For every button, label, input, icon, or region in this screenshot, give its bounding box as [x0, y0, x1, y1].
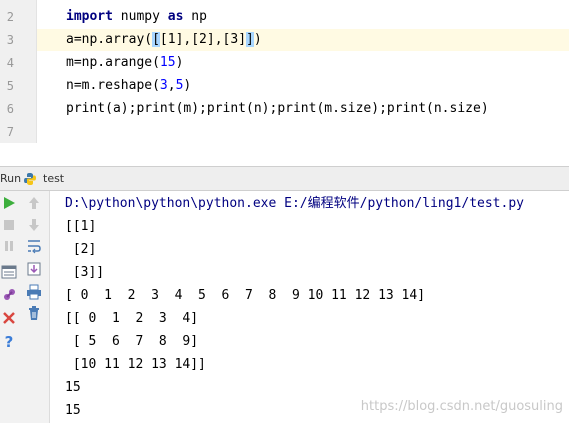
code-token: )	[183, 78, 192, 93]
code-line[interactable]: print(a);print(m);print(n);print(m.size)…	[37, 98, 569, 120]
keyword-token: as	[167, 9, 184, 24]
code-line[interactable]	[37, 121, 569, 143]
code-token: numpy	[112, 9, 168, 24]
soft-wrap-icon[interactable]	[26, 238, 42, 254]
line-number: 4	[6, 56, 14, 70]
keyword-token: import	[66, 9, 113, 24]
code-token: )	[175, 55, 184, 70]
print-icon[interactable]	[26, 284, 42, 300]
run-label: Run	[0, 172, 22, 185]
code-token: ,	[167, 78, 176, 93]
console-output-line: [ 5 6 7 8 9]	[65, 334, 199, 349]
console-output-line: [2]	[65, 242, 97, 257]
scroll-to-end-icon[interactable]	[26, 261, 42, 277]
console-output-line: [3]]	[65, 265, 105, 280]
number-token: 3	[159, 78, 168, 93]
line-number: 5	[6, 79, 14, 93]
code-token: a=np.array(	[66, 32, 153, 47]
code-line-current[interactable]: a=np.array([[1],[2],[3]])	[37, 29, 569, 51]
trash-icon[interactable]	[26, 305, 42, 321]
rerun-icon[interactable]	[1, 195, 17, 211]
restore-layout-icon[interactable]	[1, 264, 17, 280]
pause-icon[interactable]	[1, 238, 17, 254]
line-number: 6	[6, 102, 14, 116]
code-line[interactable]: import numpy as np	[37, 6, 569, 28]
line-number: 2	[6, 10, 14, 24]
line-number-gutter: 2 3 4 5 6 7	[0, 0, 37, 143]
code-editor[interactable]: 2 3 4 5 6 7 import numpy as np a=np.arra…	[0, 0, 569, 143]
watermark: https://blog.csdn.net/guosuling	[360, 399, 563, 414]
close-icon[interactable]	[1, 310, 17, 326]
pin-icon[interactable]	[1, 287, 17, 303]
console-output-line: [[ 0 1 2 3 4]	[65, 311, 199, 326]
svg-text:?: ?	[5, 333, 14, 349]
console-command-line: D:\python\python\python.exe E:/编程软件/pyth…	[65, 196, 524, 211]
code-token: [1],[2],[3]	[159, 32, 247, 47]
run-toolbar: ?	[0, 191, 50, 423]
line-number: 3	[6, 33, 14, 47]
matched-bracket: ]	[246, 32, 254, 47]
code-line[interactable]: n=m.reshape(3,5)	[37, 75, 569, 97]
line-number: 7	[6, 125, 14, 139]
code-token: print(a);print(m);print(n);print(m.size)…	[66, 101, 489, 116]
python-icon	[24, 173, 36, 185]
run-console[interactable]: D:\python\python\python.exe E:/编程软件/pyth…	[50, 191, 569, 423]
console-output-line: [ 0 1 2 3 4 5 6 7 8 9 10 11 12 13 14]	[65, 288, 426, 303]
code-line[interactable]: m=np.arange(15)	[37, 52, 569, 74]
code-token: n=m.reshape(	[66, 78, 160, 93]
down-arrow-icon[interactable]	[26, 217, 42, 233]
code-token: m=np.arange(	[66, 55, 160, 70]
code-token: )	[253, 32, 262, 47]
run-tab-test[interactable]: test	[43, 172, 64, 185]
console-output-line: 15	[65, 380, 81, 395]
stop-icon[interactable]	[1, 217, 17, 233]
code-token: np	[183, 9, 207, 24]
help-icon[interactable]: ?	[1, 333, 17, 349]
console-output-line: 15	[65, 403, 81, 418]
matched-bracket: [	[152, 32, 160, 47]
number-token: 15	[159, 55, 176, 70]
console-output-line: [[1]	[65, 219, 97, 234]
run-tool-window-header: Run test	[0, 166, 569, 191]
up-arrow-icon[interactable]	[26, 195, 42, 211]
console-output-line: [10 11 12 13 14]]	[65, 357, 206, 372]
